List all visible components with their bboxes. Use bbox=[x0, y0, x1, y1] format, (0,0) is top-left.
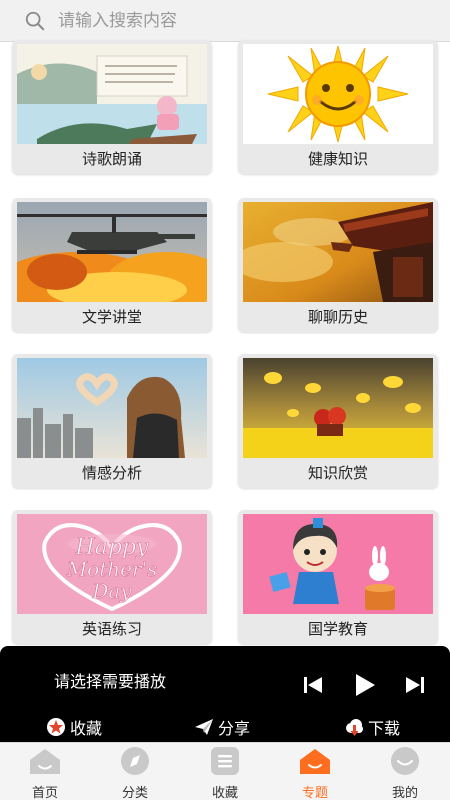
nav-mine[interactable]: 我的 bbox=[360, 743, 450, 800]
now-playing-text: 请选择需要播放 bbox=[54, 672, 167, 691]
category-label: 健康知识 bbox=[238, 144, 438, 174]
favorite-label: 收藏 bbox=[70, 719, 103, 738]
play-icon[interactable] bbox=[350, 671, 378, 699]
category-card-english[interactable]: Happy Mother's Day 英语练习 bbox=[12, 510, 212, 644]
category-card-literature[interactable]: 文学讲堂 bbox=[12, 198, 212, 332]
search-bar[interactable] bbox=[0, 0, 450, 42]
next-track-icon[interactable] bbox=[402, 672, 428, 698]
profile-icon bbox=[391, 747, 419, 775]
category-label: 聊聊历史 bbox=[238, 302, 438, 332]
share-icon bbox=[195, 719, 213, 735]
share-button[interactable]: 分享 bbox=[194, 716, 250, 738]
nav-home[interactable]: 首页 bbox=[0, 743, 90, 800]
category-card-emotion[interactable]: 情感分析 bbox=[12, 354, 212, 488]
nav-category[interactable]: 分类 bbox=[90, 743, 180, 800]
nav-topics[interactable]: 专题 bbox=[270, 743, 360, 800]
download-button[interactable]: 下载 bbox=[344, 716, 400, 738]
health-thumbnail bbox=[243, 44, 433, 144]
nav-category-label: 分类 bbox=[121, 786, 148, 800]
category-label: 英语练习 bbox=[12, 614, 212, 644]
category-card-appreciation[interactable]: 知识欣赏 bbox=[238, 354, 438, 488]
sinology-thumbnail bbox=[243, 514, 433, 614]
favorite-button[interactable]: 收藏 bbox=[46, 716, 102, 738]
download-label: 下载 bbox=[368, 719, 401, 738]
search-input[interactable] bbox=[58, 10, 418, 31]
topic-icon bbox=[300, 749, 330, 774]
category-label: 国学教育 bbox=[238, 614, 438, 644]
category-card-poetry[interactable]: 诗歌朗诵 bbox=[12, 40, 212, 174]
poetry-thumbnail bbox=[17, 44, 207, 144]
audio-player: 请选择需要播放 收藏 分享 下载 bbox=[0, 646, 450, 742]
compass-icon bbox=[121, 747, 149, 775]
home-icon bbox=[30, 749, 60, 774]
category-label: 情感分析 bbox=[12, 458, 212, 488]
appreciation-thumbnail bbox=[243, 358, 433, 458]
nav-topics-label: 专题 bbox=[301, 786, 328, 800]
list-icon bbox=[211, 747, 239, 775]
literature-thumbnail bbox=[17, 202, 207, 302]
svg-text:Day: Day bbox=[91, 579, 132, 603]
category-card-sinology[interactable]: 国学教育 bbox=[238, 510, 438, 644]
emotion-thumbnail bbox=[17, 358, 207, 458]
english-thumbnail: Happy Mother's Day bbox=[17, 514, 207, 614]
download-icon bbox=[346, 719, 363, 736]
nav-mine-label: 我的 bbox=[391, 786, 418, 800]
svg-text:Mother's: Mother's bbox=[66, 557, 158, 581]
category-label: 知识欣赏 bbox=[238, 458, 438, 488]
nav-favorites-label: 收藏 bbox=[211, 786, 238, 800]
share-label: 分享 bbox=[218, 719, 251, 738]
nav-home-label: 首页 bbox=[31, 786, 58, 800]
category-card-history[interactable]: 聊聊历史 bbox=[238, 198, 438, 332]
category-label: 文学讲堂 bbox=[12, 302, 212, 332]
category-card-health[interactable]: 健康知识 bbox=[238, 40, 438, 174]
favorite-star-icon bbox=[47, 718, 65, 736]
category-label: 诗歌朗诵 bbox=[12, 144, 212, 174]
nav-favorites[interactable]: 收藏 bbox=[180, 743, 270, 800]
bottom-nav: 首页 分类 收藏 专题 我的 bbox=[0, 742, 450, 800]
previous-track-icon[interactable] bbox=[300, 672, 326, 698]
search-icon bbox=[25, 11, 45, 30]
history-thumbnail bbox=[243, 202, 433, 302]
